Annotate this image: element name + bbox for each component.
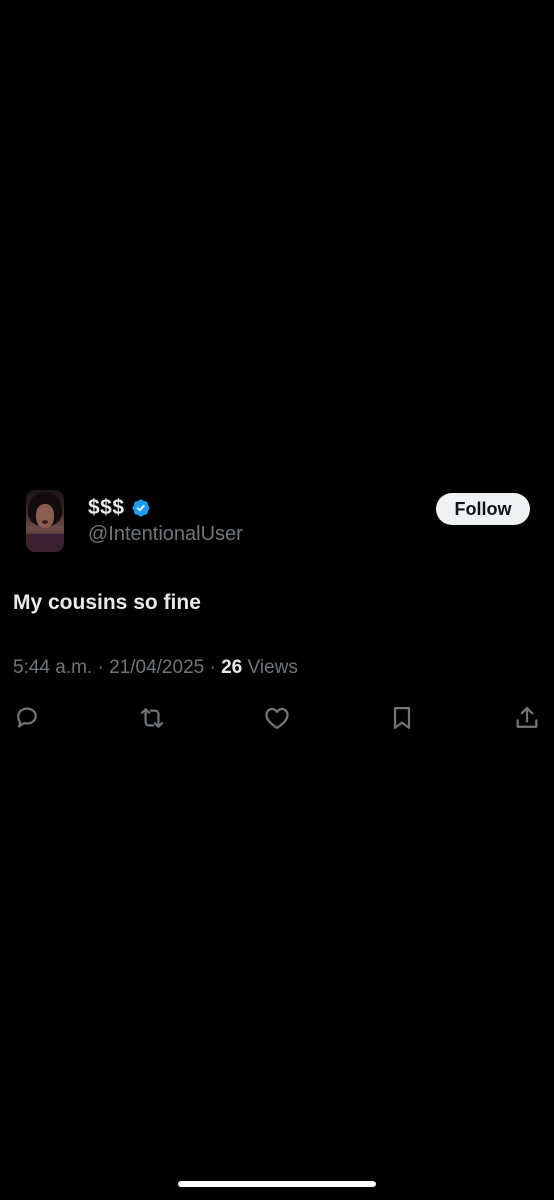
- tweet-date[interactable]: 21/04/2025: [109, 657, 204, 678]
- user-names[interactable]: $$$ @IntentionalUser: [88, 494, 243, 546]
- tweet-actions: [0, 703, 554, 733]
- tweet-text: My cousins so fine: [13, 591, 201, 614]
- bookmark-button[interactable]: [387, 703, 417, 733]
- share-icon: [516, 706, 538, 728]
- like-button[interactable]: [262, 703, 292, 733]
- views-count[interactable]: 26: [221, 657, 242, 678]
- like-icon: [265, 707, 289, 730]
- meta-separator: ·: [209, 657, 216, 678]
- follow-button[interactable]: Follow: [436, 493, 530, 525]
- tweet: $$$ @IntentionalUser Follow My cousins s…: [0, 488, 554, 730]
- avatar-face: [36, 504, 54, 528]
- bookmark-icon: [393, 706, 411, 730]
- views-label[interactable]: Views: [248, 657, 298, 678]
- avatar[interactable]: [26, 490, 64, 552]
- user-handle[interactable]: @IntentionalUser: [88, 522, 243, 546]
- avatar-shirt: [26, 534, 64, 552]
- display-name[interactable]: $$$: [88, 496, 125, 520]
- home-indicator[interactable]: [178, 1181, 376, 1187]
- meta-separator: ·: [97, 657, 104, 678]
- retweet-icon: [140, 708, 164, 728]
- reply-icon: [17, 707, 37, 728]
- share-button[interactable]: [512, 703, 542, 733]
- retweet-button[interactable]: [137, 703, 167, 733]
- verified-badge-icon[interactable]: [131, 498, 151, 518]
- tweet-time[interactable]: 5:44 a.m.: [13, 657, 92, 678]
- tweet-meta: 5:44 a.m. · 21/04/2025 · 26 Views: [13, 657, 298, 679]
- tweet-header: $$$ @IntentionalUser Follow: [0, 488, 554, 554]
- reply-button[interactable]: [12, 703, 42, 733]
- avatar-mouth: [42, 520, 48, 524]
- display-name-row: $$$: [88, 494, 243, 522]
